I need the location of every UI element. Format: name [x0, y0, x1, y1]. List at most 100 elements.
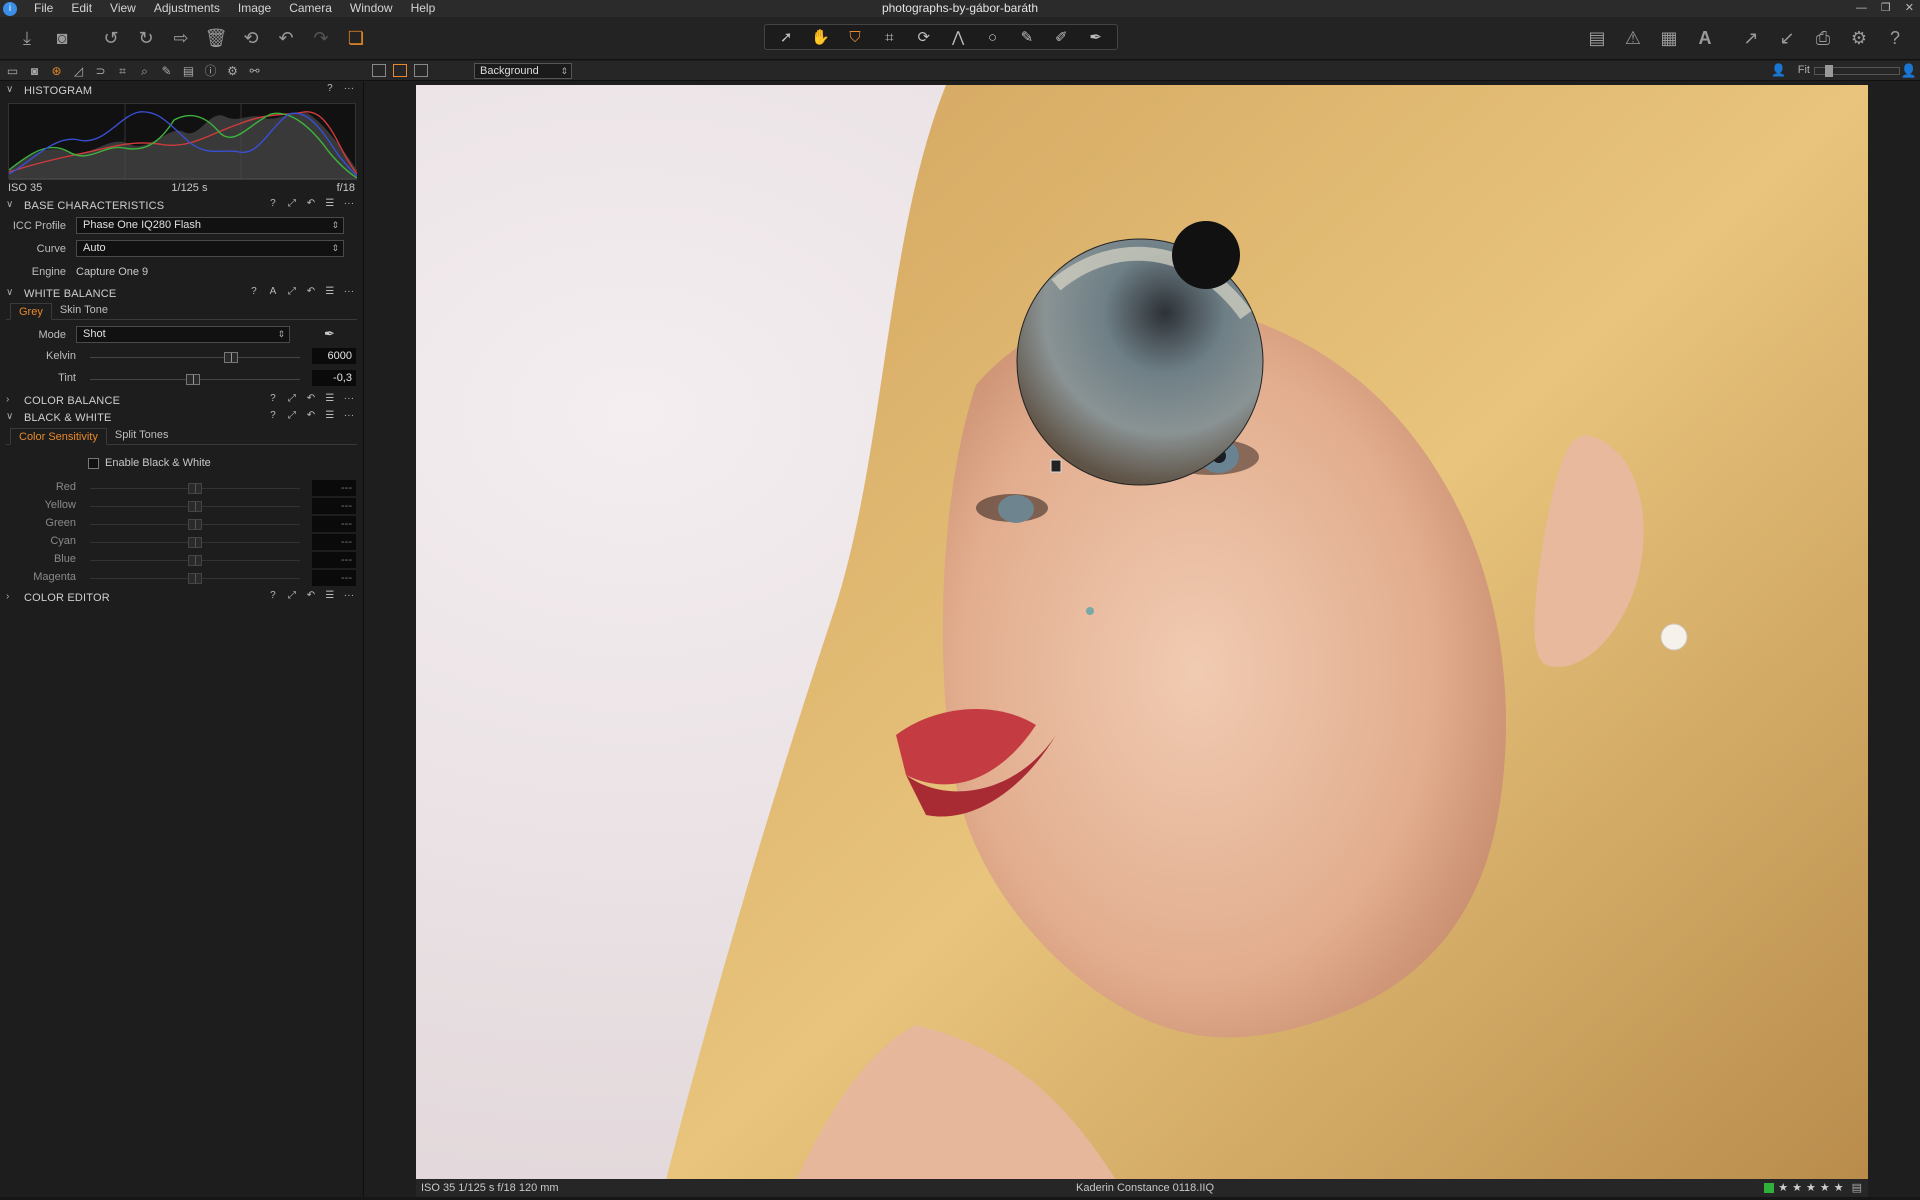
bw-slider-value[interactable]: --- — [312, 534, 356, 550]
bw-slider-track[interactable] — [90, 555, 300, 566]
kelvin-value-field[interactable]: 6000 — [312, 348, 356, 364]
camera-icon[interactable]: ◙ — [49, 25, 75, 51]
white-balance-header[interactable]: ∨ WHITE BALANCE ? A ⤢ ↶ ☰ ··· — [0, 285, 363, 302]
minimize-icon[interactable]: — — [1856, 0, 1867, 17]
menu-window[interactable]: Window — [341, 0, 402, 17]
crop-tool-icon[interactable]: ⌗ — [874, 25, 904, 49]
rating-star-icon[interactable]: ★ — [1806, 1181, 1816, 1194]
bw-slider-value[interactable]: --- — [312, 516, 356, 532]
move-to-icon[interactable]: ⇨ — [168, 25, 194, 51]
help-icon[interactable]: ? — [324, 83, 336, 94]
menu-help[interactable]: Help — [402, 0, 445, 17]
copy-apply-icon[interactable]: ⤢ — [286, 198, 298, 209]
help-icon[interactable]: ? — [267, 393, 279, 404]
gradient-icon[interactable]: ✐ — [1046, 25, 1076, 49]
collapse-chevron-icon[interactable]: ∨ — [6, 199, 14, 210]
bw-slider-knob[interactable] — [188, 483, 202, 494]
delete-icon[interactable]: 🗑 — [203, 25, 229, 51]
icc-profile-dropdown[interactable]: Phase One IQ280 Flash — [76, 217, 344, 234]
menu-edit[interactable]: Edit — [62, 0, 101, 17]
lens-tab-icon[interactable]: ⊃ — [92, 63, 109, 79]
bw-slider-knob[interactable] — [188, 537, 202, 548]
compare-view-icon[interactable] — [414, 64, 428, 77]
rating-star-icon[interactable]: ★ — [1778, 1181, 1788, 1194]
more-icon[interactable]: ··· — [343, 393, 355, 404]
bw-slider-value[interactable]: --- — [312, 498, 356, 514]
composition-tab-icon[interactable]: ⌗ — [114, 63, 131, 79]
help-icon[interactable]: ? — [248, 286, 260, 297]
apply-adjustments-icon[interactable]: ↙ — [1774, 25, 1800, 51]
copy-apply-icon[interactable]: ⤢ — [286, 393, 298, 404]
import-icon[interactable]: ⤓ — [14, 25, 40, 51]
help-icon[interactable]: ? — [1882, 25, 1908, 51]
wb-mode-dropdown[interactable]: Shot — [76, 326, 290, 343]
kelvin-track[interactable] — [90, 352, 300, 363]
adjustments-tab-icon[interactable]: ▤ — [180, 63, 197, 79]
presets-icon[interactable]: ☰ — [324, 393, 336, 404]
local-adjustments-tab-icon[interactable]: ✎ — [158, 63, 175, 79]
curve-dropdown[interactable]: Auto — [76, 240, 344, 257]
rotate-right-icon[interactable]: ↻ — [133, 25, 159, 51]
menu-adjustments[interactable]: Adjustments — [145, 0, 229, 17]
color-editor-header[interactable]: › COLOR EDITOR ? ⤢ ↶ ☰ ··· — [0, 589, 363, 606]
settings-icon[interactable]: ⚙ — [1846, 25, 1872, 51]
bw-slider-value[interactable]: --- — [312, 570, 356, 586]
undo-icon[interactable]: ↶ — [273, 25, 299, 51]
reset-icon[interactable]: ↶ — [305, 198, 317, 209]
menu-view[interactable]: View — [101, 0, 145, 17]
exposure-tab-icon[interactable]: ◿ — [70, 63, 87, 79]
rating-star-icon[interactable]: ★ — [1834, 1181, 1844, 1194]
copy-apply-icon[interactable]: ⤢ — [286, 410, 298, 421]
print-icon[interactable]: ⎙ — [1810, 25, 1836, 51]
expand-chevron-icon[interactable]: › — [6, 394, 10, 405]
library-tab-icon[interactable]: ▭ — [4, 63, 21, 79]
close-icon[interactable]: ✕ — [1905, 0, 1914, 17]
reset-icon[interactable]: ↶ — [305, 286, 317, 297]
zoom-slider-knob[interactable] — [1825, 65, 1833, 77]
color-tag[interactable] — [1764, 1182, 1775, 1193]
zoom-slider[interactable] — [1814, 65, 1900, 77]
bw-slider-track[interactable] — [90, 483, 300, 494]
bw-slider-track[interactable] — [90, 573, 300, 584]
metadata-tab-icon[interactable]: ⓘ — [202, 63, 219, 79]
tint-value-field[interactable]: -0,3 — [312, 370, 356, 386]
bw-slider-value[interactable]: --- — [312, 480, 356, 496]
zoom-fit-label[interactable]: Fit — [1798, 64, 1810, 76]
menu-image[interactable]: Image — [229, 0, 280, 17]
tab-split-tones[interactable]: Split Tones — [107, 427, 177, 444]
presets-icon[interactable]: ☰ — [324, 590, 336, 601]
menu-camera[interactable]: Camera — [280, 0, 341, 17]
presets-icon[interactable]: ☰ — [324, 286, 336, 297]
bw-slider-track[interactable] — [90, 501, 300, 512]
loupe-tool-icon[interactable]: ⛉ — [840, 25, 870, 49]
capture-tab-icon[interactable]: ◙ — [26, 63, 43, 79]
more-icon[interactable]: ··· — [343, 410, 355, 421]
rating-star-icon[interactable]: ★ — [1792, 1181, 1802, 1194]
expand-chevron-icon[interactable]: › — [6, 591, 10, 602]
reset-icon[interactable]: ↶ — [305, 590, 317, 601]
tab-color-sensitivity[interactable]: Color Sensitivity — [10, 428, 107, 445]
image-info-icon[interactable]: ▤ — [1852, 1181, 1862, 1194]
copy-apply-icon[interactable]: ⤢ — [286, 286, 298, 297]
copy-adjustments-icon[interactable]: ↗ — [1738, 25, 1764, 51]
bw-slider-track[interactable] — [90, 519, 300, 530]
copy-apply-icon[interactable]: ⤢ — [286, 590, 298, 601]
app-icon[interactable]: i — [3, 1, 17, 16]
collapse-chevron-icon[interactable]: ∨ — [6, 84, 14, 95]
enable-bw-checkbox[interactable] — [88, 457, 99, 469]
layout-icon[interactable]: ▤ — [1584, 25, 1610, 51]
portrait-photo[interactable] — [416, 85, 1868, 1180]
pan-tool-icon[interactable]: ✋ — [806, 25, 836, 49]
bw-slider-track[interactable] — [90, 537, 300, 548]
bw-slider-knob[interactable] — [188, 573, 202, 584]
layer-select[interactable]: Background — [474, 63, 572, 79]
exposure-warning-icon[interactable]: ⚠ — [1620, 25, 1646, 51]
batch-tab-icon[interactable]: ⚯ — [246, 63, 263, 79]
reset-icon[interactable]: ⟲ — [238, 25, 264, 51]
rotate-tool-icon[interactable]: ⟳ — [909, 25, 939, 49]
tab-grey[interactable]: Grey — [10, 303, 52, 320]
help-icon[interactable]: ? — [267, 590, 279, 601]
collapse-chevron-icon[interactable]: ∨ — [6, 411, 14, 422]
presets-icon[interactable]: ☰ — [324, 410, 336, 421]
black-white-header[interactable]: ∨ BLACK & WHITE ? ⤢ ↶ ☰ ··· — [0, 409, 363, 426]
